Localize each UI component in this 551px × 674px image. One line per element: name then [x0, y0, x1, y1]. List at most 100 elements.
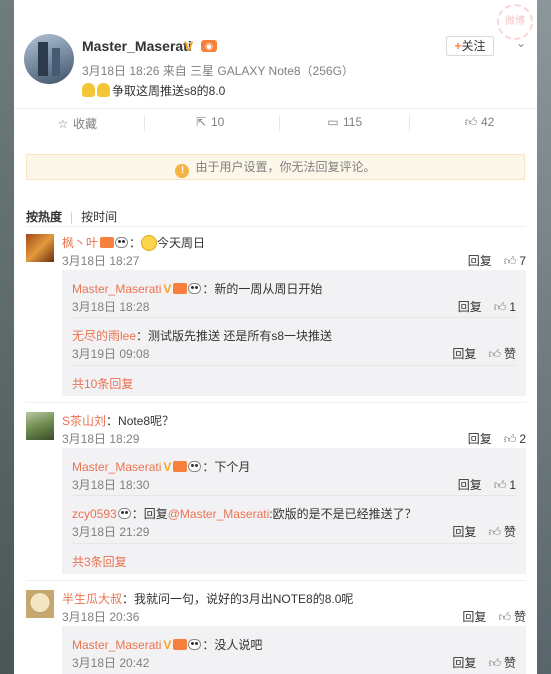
author-name[interactable]: Master_Maserati — [82, 38, 192, 54]
like-count: 赞 — [513, 610, 526, 624]
reply-item: Master_Maserati V ：没人说吧 3月18日 20:42 回复 👍︎ 赞 — [72, 636, 516, 674]
divider-line — [72, 365, 516, 366]
reply-item: Master_Maserati V ：下个月 3月18日 18:30 回复 👍︎ 1 — [72, 458, 516, 498]
divider — [72, 365, 516, 366]
divider — [26, 226, 526, 227]
replier-name[interactable]: Master_Maserati — [72, 638, 161, 652]
reply-text: 无尽的雨lee：测试版先推送 还是所有s8一块推送 — [72, 329, 333, 343]
reply-time: 3月18日 18:30 — [72, 478, 150, 492]
thumb-up-icon[interactable]: 👍︎ — [488, 656, 501, 670]
reply-button[interactable]: 回复 — [468, 254, 492, 268]
divider — [26, 580, 526, 581]
sort-tabs: 按热度 | 按时间 — [26, 208, 117, 225]
post-header: Master_Maserati V ◉ 3月18日 18:26 来自 三星 GA… — [14, 0, 537, 106]
commenter-avatar[interactable] — [26, 590, 54, 618]
reply-button[interactable]: 回复 — [452, 525, 476, 539]
comment-icon: ▭ — [327, 115, 339, 129]
thumb-up-icon[interactable]: 👍︎ — [494, 300, 507, 314]
reply-text: Master_Maserati V ：下个月 — [72, 460, 251, 474]
verified-v-icon: V — [163, 282, 172, 296]
divider-line — [72, 317, 516, 318]
reply-time: 3月18日 20:42 — [72, 656, 150, 670]
mention-link[interactable]: @Master_Maserati — [168, 507, 270, 521]
thumb-up-icon: 👍︎ — [464, 115, 478, 129]
thumb-up-icon[interactable]: 👍︎ — [494, 478, 507, 492]
replier-name[interactable]: Master_Maserati — [72, 460, 161, 474]
like-count: 42 — [481, 115, 495, 129]
more-replies-link[interactable]: 共10条回复 — [72, 375, 133, 392]
reply-ops: 回复 👍︎ 1 — [458, 476, 516, 493]
reply-block: Master_Maserati V ：没人说吧 3月18日 20:42 回复 👍︎ 赞 — [62, 626, 526, 674]
background-left — [0, 0, 14, 674]
thumb-up-icon[interactable]: 👍︎ — [498, 610, 511, 624]
divider — [72, 543, 516, 544]
replier-name[interactable]: zcy0593 — [72, 507, 117, 521]
commenter-avatar[interactable] — [26, 412, 54, 440]
reply-ops: 回复 👍︎ 赞 — [452, 654, 516, 671]
reply-button[interactable]: 回复 — [452, 656, 476, 670]
commenter-avatar[interactable] — [26, 234, 54, 262]
level-badge-icon — [100, 237, 115, 248]
chevron-down-icon[interactable]: ⌄ — [516, 36, 526, 50]
reply-body: 下个月 — [214, 460, 251, 474]
thumb-up-icon[interactable]: 👍︎ — [488, 347, 501, 361]
author-avatar[interactable] — [24, 34, 74, 84]
commenter-name[interactable]: 半生瓜大叔 — [62, 592, 122, 606]
verified-v-icon: V — [163, 638, 172, 652]
reply-button[interactable]: 回复 — [452, 347, 476, 361]
reply-button[interactable]: 回复 — [468, 432, 492, 446]
reply-text: Master_Maserati V ：新的一周从周日开始 — [72, 282, 323, 296]
tab-time[interactable]: 按时间 — [81, 210, 117, 224]
level-badge-icon — [173, 461, 188, 472]
like-count: 2 — [519, 432, 526, 446]
like-button[interactable]: 👍︎ 42 — [464, 115, 495, 130]
comment-ops: 回复 👍︎ 赞 — [462, 608, 526, 625]
comment-text: 枫丶叶：今天周日 — [62, 235, 206, 251]
commenter-name[interactable]: S茶山刘 — [62, 414, 106, 428]
tab-hot[interactable]: 按热度 — [26, 210, 62, 224]
verified-v-icon: V — [163, 460, 172, 474]
comment-body: 我就问一句，说好的3月出NOTE8的8.0呢 — [134, 592, 354, 606]
divider-line — [72, 543, 516, 544]
repost-button[interactable]: ⇱ 10 — [194, 115, 224, 129]
like-count: 1 — [509, 300, 516, 314]
reply-body: 没人说吧 — [214, 638, 263, 652]
thumb-up-icon[interactable]: 👍︎ — [488, 525, 501, 539]
follow-button[interactable]: +关注 — [446, 36, 494, 56]
replier-name[interactable]: Master_Maserati — [72, 282, 161, 296]
reply-time: 3月18日 18:28 — [72, 300, 150, 314]
like-count: 1 — [509, 478, 516, 492]
reply-block: Master_Maserati V ：下个月 3月18日 18:30 回复 👍︎ 1 z… — [62, 448, 526, 574]
reply-button[interactable]: 回复 — [458, 300, 482, 314]
reply-button[interactable]: 回复 — [462, 610, 486, 624]
reply-body: :欧版的是不是已经推送了？ — [269, 507, 417, 521]
comment-ops: 回复 👍︎ 2 — [468, 430, 526, 447]
reply-button[interactable]: 回复 — [458, 478, 482, 492]
reply-text: zcy0593 ：回复@Master_Maserati:欧版的是不是已经推送了？ — [72, 507, 417, 521]
follow-label: 关注 — [461, 39, 486, 53]
level-badge-icon: ◉ — [201, 40, 217, 52]
more-replies-link[interactable]: 共3条回复 — [72, 553, 127, 570]
replier-name[interactable]: 无尽的雨lee — [72, 329, 136, 343]
comment-button[interactable]: ▭ 115 — [326, 115, 362, 129]
reply-ops: 回复 👍︎ 赞 — [452, 345, 516, 362]
reply-body: 新的一周从周日开始 — [214, 282, 323, 296]
thumb-up-icon[interactable]: 👍︎ — [504, 254, 517, 268]
comment-count: 115 — [343, 115, 363, 129]
reply-text: Master_Maserati V ：没人说吧 — [72, 638, 263, 652]
favorite-button[interactable]: ☆ 收藏 — [56, 115, 97, 132]
comment-text: 半生瓜大叔：我就问一句，说好的3月出NOTE8的8.0呢 — [62, 592, 354, 606]
panda-icon — [188, 639, 202, 650]
reply-item: 无尽的雨lee：测试版先推送 还是所有s8一块推送 3月19日 09:08 回复… — [72, 327, 516, 367]
emoji-icon — [82, 83, 95, 97]
like-count: 7 — [519, 254, 526, 268]
more-replies-row: 共10条回复 — [72, 375, 516, 391]
background-right — [537, 0, 551, 674]
thumb-up-icon[interactable]: 👍︎ — [504, 432, 517, 446]
comment-body: 今天周日 — [157, 236, 206, 250]
divider — [409, 115, 410, 131]
verified-v-icon: V — [184, 38, 194, 54]
commenter-name[interactable]: 枫丶叶 — [62, 236, 98, 250]
level-badge-icon — [173, 283, 188, 294]
like-count: 赞 — [503, 347, 516, 361]
